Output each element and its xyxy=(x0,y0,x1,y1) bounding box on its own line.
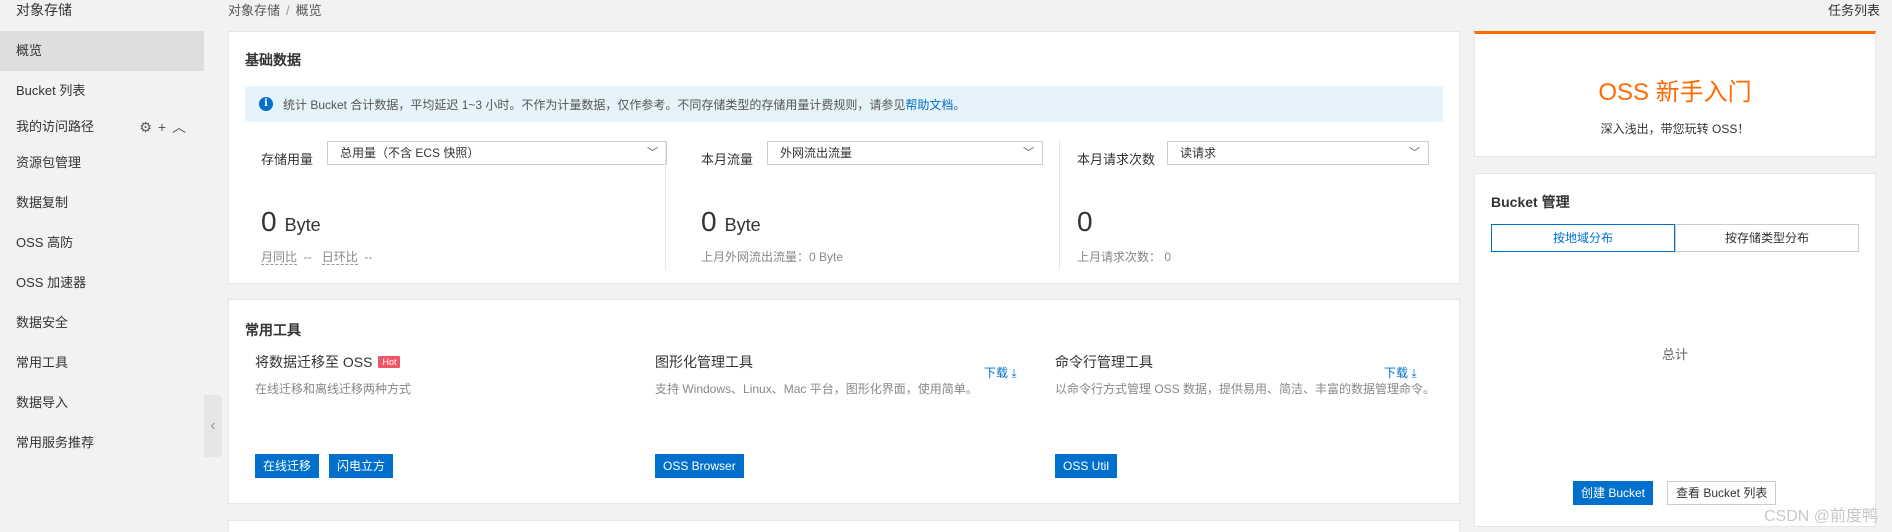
stat-value: 0 Byte xyxy=(261,206,321,237)
create-bucket-button[interactable]: 创建 Bucket xyxy=(1573,481,1654,505)
flash-cube-button[interactable]: 闪电立方 xyxy=(329,454,394,478)
select-value: 读请求 xyxy=(1180,146,1217,160)
stat-traffic: 本月流量 外网流出流量 ﹀ 0 Byte 上月外网流出流量：0 Byte xyxy=(701,140,1051,270)
tools-card: 常用工具 将数据迁移至 OSS Hot 在线迁移和离线迁移两种方式 在线迁移 闪电… xyxy=(228,299,1460,504)
sidebar-item-common-tools[interactable]: 常用工具 xyxy=(0,343,204,383)
traffic-select[interactable]: 外网流出流量 ﹀ xyxy=(767,141,1043,165)
sidebar-item-oss-ddos[interactable]: OSS 高防 xyxy=(0,223,204,263)
oss-intro-card: OSS 新手入门 深入浅出，带您玩转 OSS！ xyxy=(1474,31,1876,157)
sidebar-item-service-recommend[interactable]: 常用服务推荐 xyxy=(0,423,204,463)
sidebar-item-oss-accelerator[interactable]: OSS 加速器 xyxy=(0,263,204,303)
stat-sub: 上月外网流出流量：0 Byte xyxy=(701,250,844,264)
oss-browser-button[interactable]: OSS Browser xyxy=(655,454,744,478)
tools-title: 常用工具 xyxy=(245,322,301,338)
sidebar-item-data-replication[interactable]: 数据复制 xyxy=(0,183,204,223)
gui-download-link[interactable]: 下载 ⤓ xyxy=(984,364,1017,381)
oss-intro-title: OSS 新手入门 xyxy=(1598,79,1752,106)
sidebar: 对象存储 概览 Bucket 列表 我的访问路径 ⚙ + ︿ 资源包管理 数据复… xyxy=(0,0,204,532)
tool-cli: 命令行管理工具 以命令行方式管理 OSS 数据，提供易用、简洁、丰富的数据管理命… xyxy=(1055,352,1435,397)
download-icon: ⤓ xyxy=(1411,366,1417,380)
stat-value: 0 Byte xyxy=(701,206,761,237)
stat-requests: 本月请求次数 读请求 ﹀ 0 上月请求次数： 0 xyxy=(1077,140,1447,270)
download-icon: ⤓ xyxy=(1011,366,1017,380)
stat-label: 本月请求次数 xyxy=(1077,152,1156,167)
tool-title: 图形化管理工具 xyxy=(655,354,753,370)
info-icon: i xyxy=(259,97,273,111)
storage-select[interactable]: 总用量（不含 ECS 快照） ﹀ xyxy=(327,141,667,165)
tool-title: 命令行管理工具 xyxy=(1055,354,1153,370)
view-bucket-list-button[interactable]: 查看 Bucket 列表 xyxy=(1667,481,1777,505)
chevron-up-icon[interactable]: ︿ xyxy=(172,115,186,139)
tool-desc: 支持 Windows、Linux、Mac 平台，图形化界面，使用简单。 xyxy=(655,382,978,396)
request-select[interactable]: 读请求 ﹀ xyxy=(1167,141,1429,165)
tab-by-region[interactable]: 按地域分布 xyxy=(1491,224,1675,252)
tool-migrate: 将数据迁移至 OSS Hot 在线迁移和离线迁移两种方式 xyxy=(255,352,411,397)
basic-data-title: 基础数据 xyxy=(245,52,301,68)
basic-data-card: 基础数据 i 统计 Bucket 合计数据，平均延迟 1~3 小时。不作为计量数… xyxy=(228,31,1460,284)
bucket-tabs: 按地域分布 按存储类型分布 xyxy=(1491,224,1859,252)
plus-icon[interactable]: + xyxy=(158,115,166,139)
online-migrate-button[interactable]: 在线迁移 xyxy=(255,454,320,478)
stat-label: 存储用量 xyxy=(261,152,314,167)
sidebar-item-data-import[interactable]: 数据导入 xyxy=(0,383,204,423)
access-path-label: 我的访问路径 xyxy=(16,119,95,134)
tab-by-storage-type[interactable]: 按存储类型分布 xyxy=(1675,224,1859,252)
chevron-down-icon: ﹀ xyxy=(1409,147,1420,159)
sidebar-collapse-handle[interactable]: ‹ xyxy=(204,395,222,457)
sidebar-item-overview[interactable]: 概览 xyxy=(0,31,204,71)
stat-divider xyxy=(1059,140,1060,270)
total-label: 总计 xyxy=(1661,347,1688,362)
stat-label: 本月流量 xyxy=(701,152,754,167)
sidebar-access-path[interactable]: 我的访问路径 ⚙ + ︿ xyxy=(0,115,204,139)
notice-text: 统计 Bucket 合计数据，平均延迟 1~3 小时。不作为计量数据，仅作参考。… xyxy=(283,97,906,112)
stat-sub: 上月请求次数： 0 xyxy=(1077,250,1172,264)
oss-intro-subtitle: 深入浅出，带您玩转 OSS！ xyxy=(1600,122,1750,136)
bucket-mgmt-card: Bucket 管理 按地域分布 按存储类型分布 总计 创建 Bucket 查看 … xyxy=(1474,173,1876,527)
select-value: 外网流出流量 xyxy=(780,146,853,160)
stat-divider xyxy=(665,140,666,270)
select-value: 总用量（不含 ECS 快照） xyxy=(340,146,480,160)
chevron-down-icon: ﹀ xyxy=(647,147,658,159)
oss-util-button[interactable]: OSS Util xyxy=(1055,454,1118,478)
breadcrumb-item[interactable]: 对象存储 xyxy=(228,3,280,18)
tool-desc: 在线迁移和离线迁移两种方式 xyxy=(255,382,412,396)
cli-download-link[interactable]: 下载 ⤓ xyxy=(1384,364,1417,381)
sidebar-item-bucket-list[interactable]: Bucket 列表 xyxy=(0,71,204,111)
help-doc-link[interactable]: 帮助文档 xyxy=(905,96,953,113)
watermark: CSDN @前度鸭 xyxy=(1763,508,1878,525)
hot-badge: Hot xyxy=(378,356,401,368)
sidebar-item-data-security[interactable]: 数据安全 xyxy=(0,303,204,343)
task-list-link[interactable]: 任务列表 xyxy=(1828,0,1880,19)
stat-value: 0 xyxy=(1077,206,1093,237)
chevron-down-icon: ﹀ xyxy=(1023,147,1034,159)
breadcrumb: 对象存储 / 概览 xyxy=(228,3,322,18)
next-card xyxy=(228,520,1460,532)
notice-banner: i 统计 Bucket 合计数据，平均延迟 1~3 小时。不作为计量数据，仅作参… xyxy=(245,86,1443,122)
notice-end: 。 xyxy=(953,97,966,112)
chevron-left-icon: ‹ xyxy=(210,417,216,434)
gear-icon[interactable]: ⚙ xyxy=(139,115,152,139)
tool-desc: 以命令行方式管理 OSS 数据，提供易用、简洁、丰富的数据管理命令。 xyxy=(1055,382,1436,396)
tool-title: 将数据迁移至 OSS xyxy=(255,354,373,370)
breadcrumb-item: 概览 xyxy=(295,3,322,18)
sidebar-item-resource-pack[interactable]: 资源包管理 xyxy=(0,143,204,183)
sidebar-title: 对象存储 xyxy=(16,2,72,18)
stat-sub: 月同比 -- 日环比 -- xyxy=(261,250,373,265)
bucket-mgmt-title: Bucket 管理 xyxy=(1491,194,1570,210)
tool-gui: 图形化管理工具 支持 Windows、Linux、Mac 平台，图形化界面，使用… xyxy=(655,352,978,397)
stat-storage: 存储用量 总用量（不含 ECS 快照） ﹀ 0 Byte 月同比 -- 日环比 -- xyxy=(261,140,671,270)
